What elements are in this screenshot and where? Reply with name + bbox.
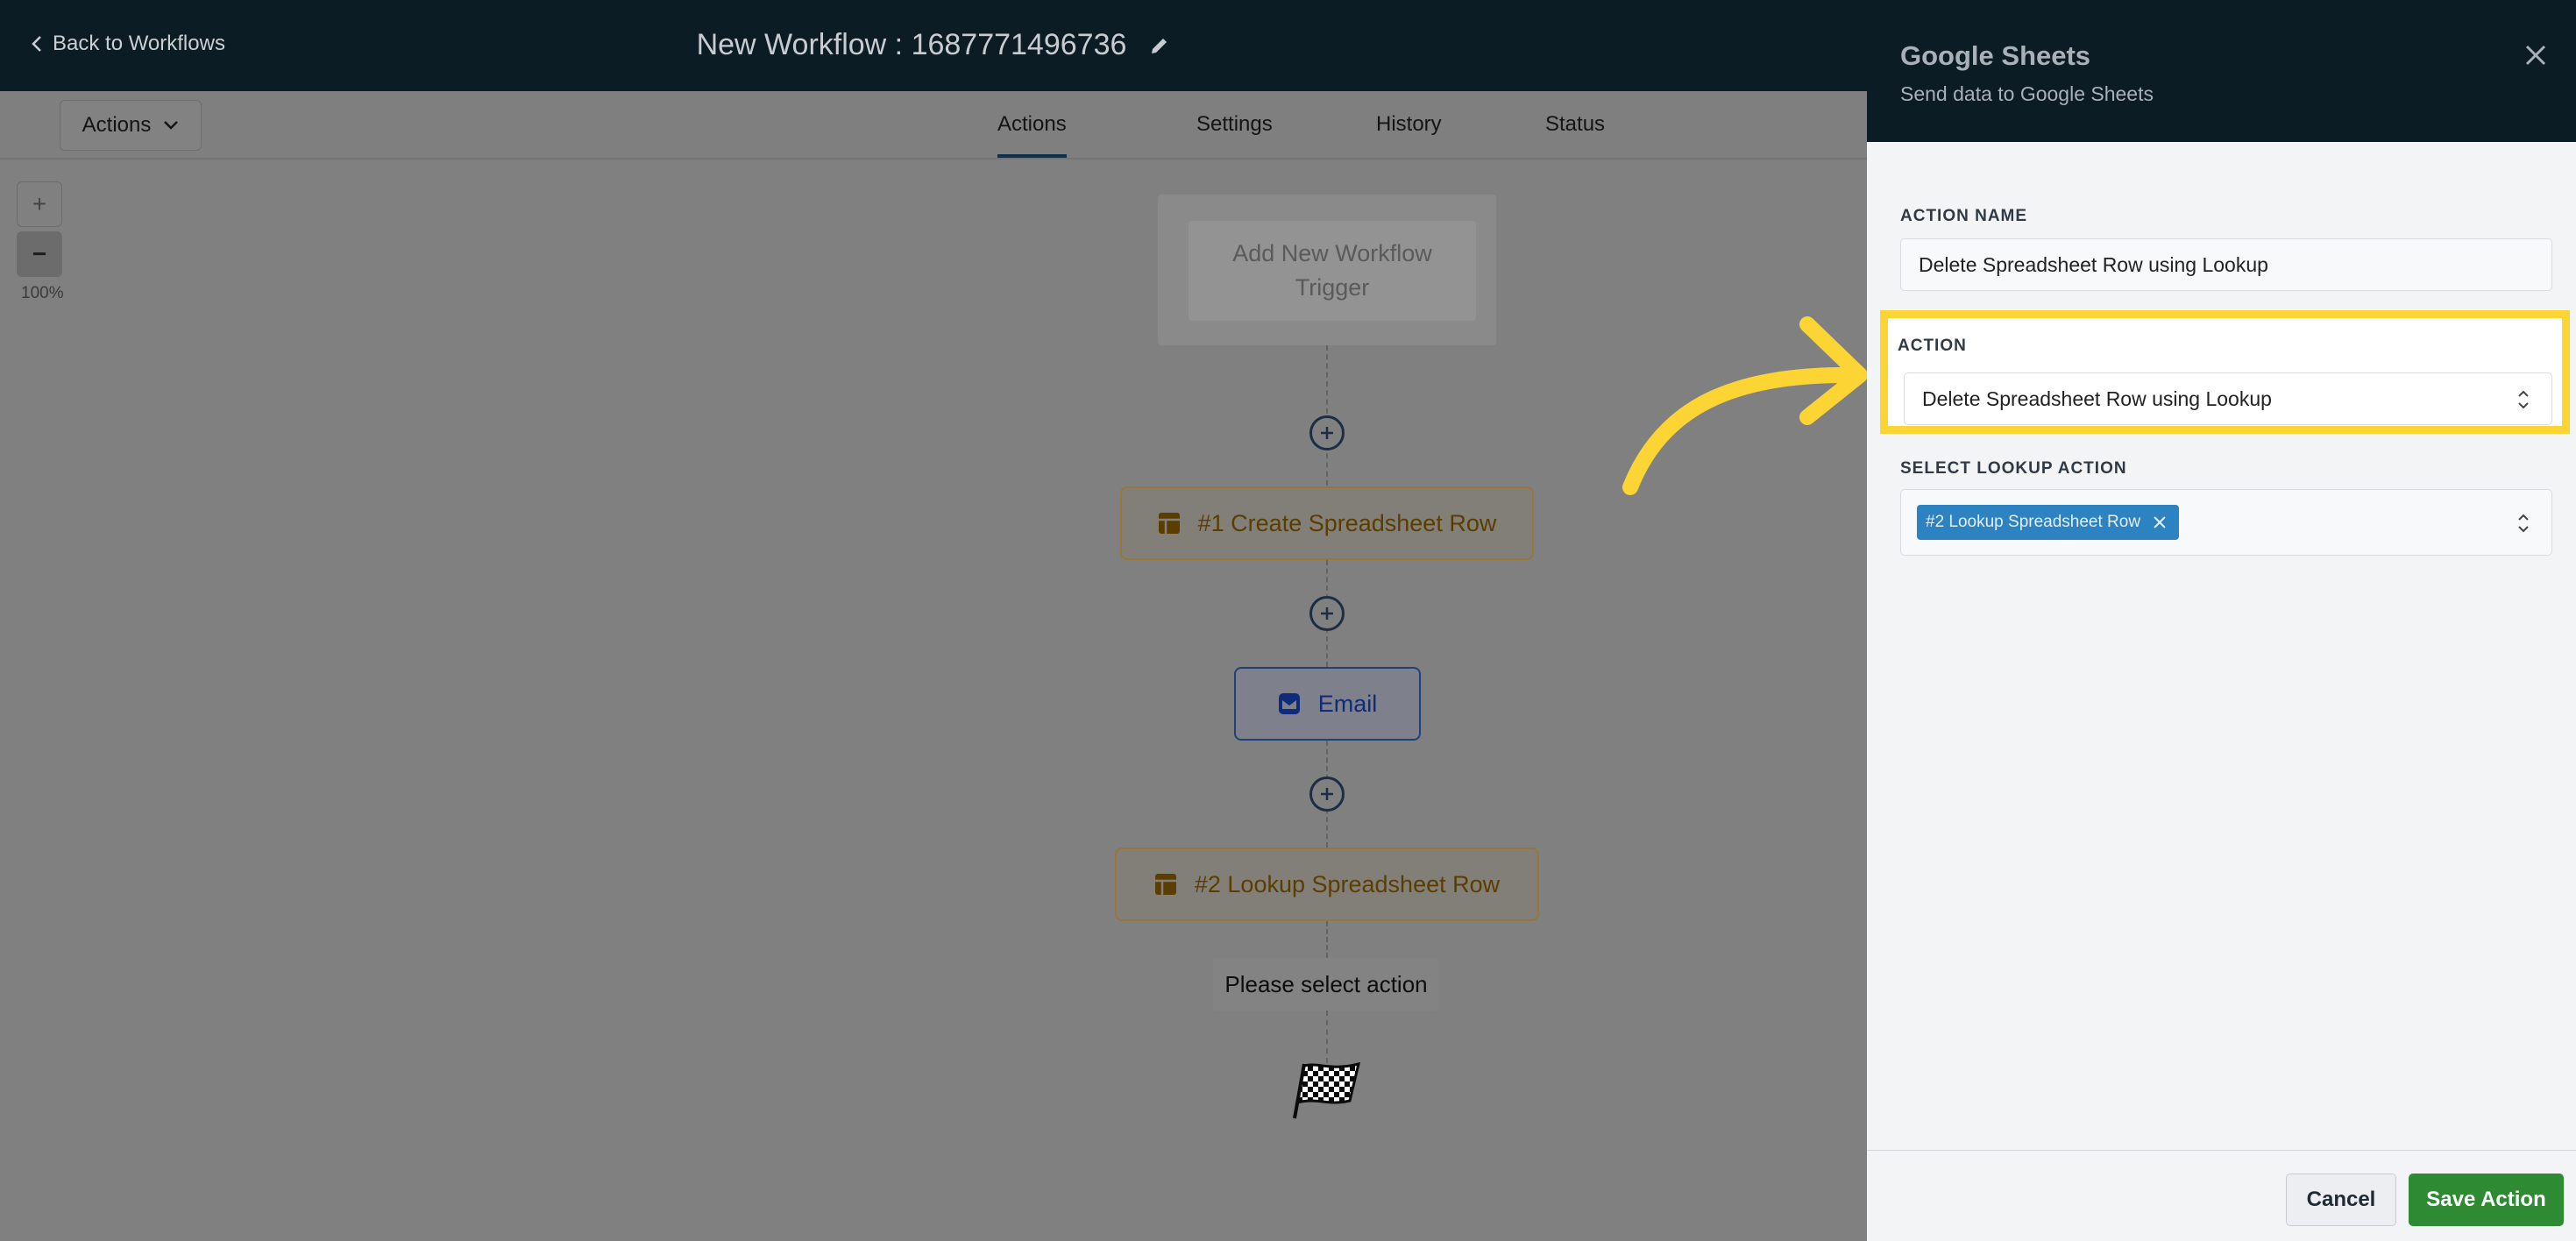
panel-subtitle: Send data to Google Sheets [1900,82,2154,105]
save-action-button[interactable]: Save Action [2409,1174,2564,1226]
tab-settings[interactable]: Settings [1196,112,1273,137]
finish-flag-icon [1293,1061,1361,1119]
cancel-button[interactable]: Cancel [2286,1174,2396,1226]
zoom-level: 100% [21,284,64,302]
trigger-line-2: Trigger [1295,274,1370,301]
lookup-action-label: SELECT LOOKUP ACTION [1900,459,2127,478]
pencil-icon[interactable] [1149,35,1170,56]
spreadsheet-icon [1158,513,1180,534]
lookup-action-tag: #2 Lookup Spreadsheet Row [1917,505,2180,540]
remove-tag-icon[interactable] [2153,515,2167,529]
step-email[interactable]: Email [1234,667,1421,741]
action-side-panel: Google Sheets Send data to Google Sheets… [1867,0,2576,1241]
action-select-value: Delete Spreadsheet Row using Lookup [1922,386,2272,410]
zoom-in-button[interactable]: + [17,181,62,227]
zoom-out-button[interactable]: − [17,231,62,277]
step-label: #1 Create Spreadsheet Row [1197,509,1497,536]
workflow-title: New Workflow : 1687771496736 [0,28,1867,62]
plus-icon [1321,427,1333,439]
lookup-action-select[interactable]: #2 Lookup Spreadsheet Row [1900,489,2552,556]
lookup-tag-label: #2 Lookup Spreadsheet Row [1926,513,2141,531]
add-step-button[interactable] [1309,415,1345,450]
step-label: Email [1317,690,1378,717]
action-field-highlight: ACTION Delete Spreadsheet Row using Look… [1880,310,2570,434]
sub-bar: Actions Actions Settings History Status [0,91,1867,160]
select-arrows-icon [2518,514,2529,533]
panel-header: Google Sheets Send data to Google Sheets [1867,0,2576,142]
trigger-line-1: Add New Workflow [1232,240,1432,266]
email-icon [1278,693,1300,714]
actions-dropdown[interactable]: Actions [60,100,202,151]
action-label: ACTION [1898,337,1967,355]
panel-footer: Cancel Save Action [1867,1150,2576,1241]
tab-history[interactable]: History [1376,112,1442,137]
action-name-input[interactable]: Delete Spreadsheet Row using Lookup [1900,238,2552,291]
workflow-title-text: New Workflow : 1687771496736 [696,28,1127,61]
action-select[interactable]: Delete Spreadsheet Row using Lookup [1904,372,2552,425]
add-step-button[interactable] [1309,596,1345,631]
add-trigger-button[interactable]: Add New Workflow Trigger [1189,221,1476,321]
plus-icon [1321,788,1333,800]
step-lookup-spreadsheet-row[interactable]: #2 Lookup Spreadsheet Row [1115,847,1539,921]
plus-icon [1321,607,1333,620]
spreadsheet-icon [1154,874,1176,895]
pending-action-node[interactable]: Please select action [1213,958,1439,1011]
select-arrows-icon [2518,390,2529,409]
step-label: #2 Lookup Spreadsheet Row [1194,870,1501,897]
chevron-down-icon [164,121,179,130]
tab-actions[interactable]: Actions [997,112,1067,158]
tab-status[interactable]: Status [1545,112,1605,137]
action-name-label: ACTION NAME [1900,207,2028,225]
actions-dropdown-label: Actions [82,113,152,137]
step-create-spreadsheet-row[interactable]: #1 Create Spreadsheet Row [1120,486,1534,560]
add-step-button[interactable] [1309,777,1345,812]
connector-line [1326,1011,1328,1063]
annotation-arrow-icon [1622,316,1868,495]
connector-line [1326,921,1328,958]
panel-title: Google Sheets [1900,40,2091,71]
close-icon[interactable] [2521,40,2551,70]
